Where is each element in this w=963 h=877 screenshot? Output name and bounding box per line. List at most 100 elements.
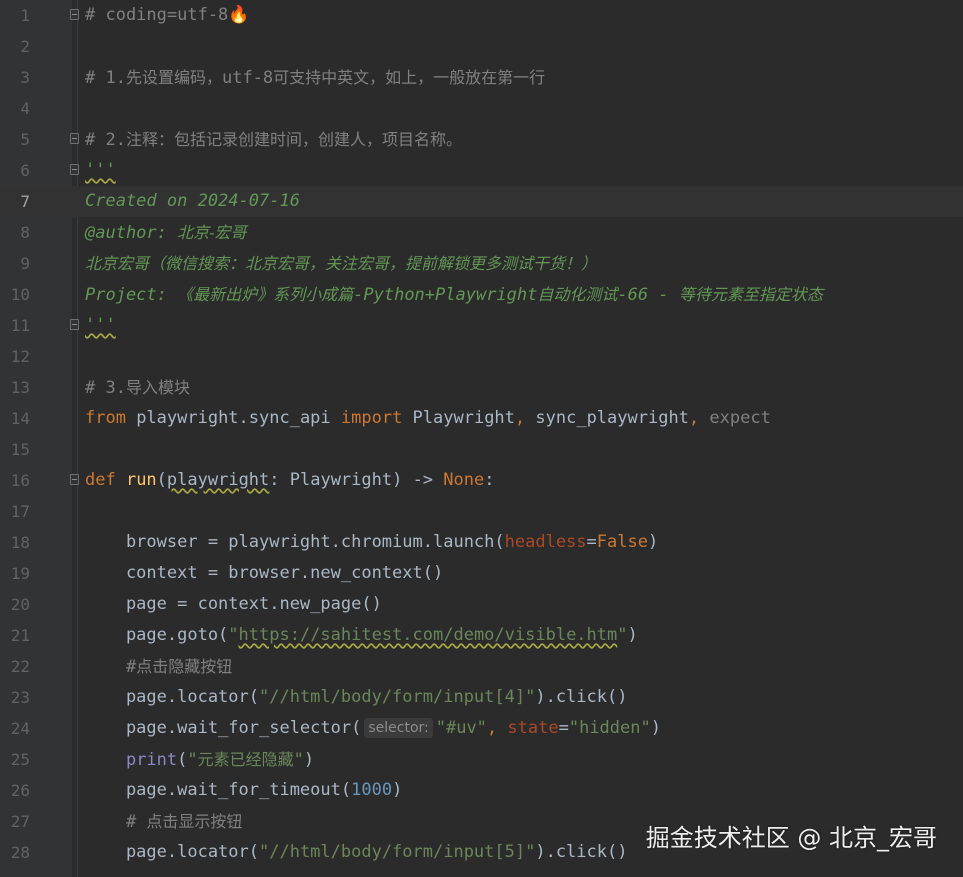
line-number: 27	[10, 812, 30, 831]
code-token: page.locator(	[85, 687, 259, 707]
code-token: :	[484, 470, 495, 490]
code-line[interactable]: 2	[0, 31, 963, 62]
fold-toggle-icon[interactable]	[70, 133, 79, 144]
code-token: ).click()	[535, 842, 628, 862]
line-number: 5	[20, 130, 30, 149]
code-line[interactable]: 16 def run(playwright: Playwright) -> Non…	[0, 465, 963, 496]
code-text: print("元素已经隐藏")	[85, 744, 314, 776]
line-number: 28	[10, 843, 30, 862]
code-token: page.wait_for_timeout(	[85, 780, 352, 800]
code-text: #点击隐藏按钮	[85, 651, 232, 683]
code-text: def run(playwright: Playwright) -> None:	[85, 465, 494, 496]
code-token: # 2.	[85, 130, 126, 150]
code-token: utf-8	[221, 68, 274, 88]
line-number: 21	[10, 626, 30, 645]
code-editor[interactable]: 1 # coding=utf-8🔥 2 3 # 1.先设置编码，utf-8可支持中英文，…	[0, 0, 963, 877]
code-token: playwright	[166, 470, 270, 490]
code-token: "hidden"	[568, 718, 651, 738]
code-text: # 2.注释：包括记录创建时间，创建人，项目名称。	[85, 124, 462, 156]
code-text: from playwright.sync_api import Playwrig…	[85, 403, 771, 434]
code-line[interactable]: 6 '''	[0, 155, 963, 186]
code-line[interactable]: 1 # coding=utf-8🔥	[0, 0, 963, 31]
fold-toggle-icon[interactable]	[70, 319, 79, 330]
code-token: @author:	[85, 223, 178, 243]
watermark: 掘金技术社区 @ 北京_宏哥	[645, 824, 937, 852]
code-line[interactable]: 8 @author: 北京-宏哥	[0, 217, 963, 248]
code-line[interactable]: 3 # 1.先设置编码，utf-8可支持中英文，如上，一般放在第一行	[0, 62, 963, 93]
code-line[interactable]: 10 Project: 《最新出炉》系列小成篇-Python+Playwright…	[0, 279, 963, 310]
code-line[interactable]: 12	[0, 341, 963, 372]
line-number: 8	[20, 223, 30, 242]
code-line[interactable]: 15	[0, 434, 963, 465]
parameter-hint: selector:	[364, 718, 433, 738]
code-token: expect	[709, 408, 771, 428]
code-line[interactable]: 24 page.wait_for_selector(selector: "#uv"…	[0, 713, 963, 744]
code-text: page.locator("//html/body/form/input[5]"…	[85, 837, 628, 868]
code-token: import	[340, 408, 413, 428]
code-token: 等待元素至指定状态	[678, 285, 823, 304]
code-token: ,	[514, 408, 536, 428]
line-number: 1	[20, 6, 30, 25]
code-token: ,	[688, 408, 710, 428]
code-token: 《最新出炉》系列小成篇	[177, 285, 354, 304]
code-token: -Python+Playwright	[353, 285, 538, 305]
code-token: 北京-宏哥	[177, 223, 247, 242]
code-token: =	[586, 532, 597, 552]
code-line[interactable]: 26 page.wait_for_timeout(1000)	[0, 775, 963, 806]
code-line[interactable]: 4	[0, 93, 963, 124]
code-line[interactable]: 5 # 2.注释：包括记录创建时间，创建人，项目名称。	[0, 124, 963, 155]
code-token: ).click()	[535, 687, 628, 707]
code-line[interactable]: 17	[0, 496, 963, 527]
fold-toggle-icon[interactable]	[70, 9, 79, 20]
line-number: 6	[20, 161, 30, 180]
code-line[interactable]: 20 page = context.new_page()	[0, 589, 963, 620]
code-text: '''	[85, 155, 116, 186]
line-number: 3	[20, 68, 30, 87]
code-token: 点击隐藏按钮	[136, 657, 233, 676]
code-token: Playwright	[412, 408, 515, 428]
code-token: 可支持中英文，如上，一般放在第一行	[273, 68, 546, 87]
code-token: 北京宏哥（微信搜索：北京宏哥，关注宏哥，提前解锁更多测试干货！）	[85, 254, 598, 273]
code-token: )	[303, 750, 315, 770]
code-line[interactable]: 11 '''	[0, 310, 963, 341]
code-token: from	[85, 408, 137, 428]
code-token: browser = playwright.chromium.launch(	[85, 532, 505, 552]
code-line[interactable]: 19 context = browser.new_context()	[0, 558, 963, 589]
code-line[interactable]: 21 page.goto("https://sahitest.com/demo/…	[0, 620, 963, 651]
code-token: https://sahitest.com/demo/visible.htm	[238, 625, 618, 645]
code-token: #	[85, 657, 137, 677]
code-text: Created on 2024-07-16	[85, 186, 300, 217]
code-line[interactable]: 13 # 3.导入模块	[0, 372, 963, 403]
code-line[interactable]: 14 from playwright.sync_api import Playwr…	[0, 403, 963, 434]
code-token: )	[647, 532, 659, 552]
fold-toggle-icon[interactable]	[70, 474, 79, 485]
code-line[interactable]: 18 browser = playwright.chromium.launch(…	[0, 527, 963, 558]
code-token: 🔥	[228, 5, 250, 25]
code-text: # 1.先设置编码，utf-8可支持中英文，如上，一般放在第一行	[85, 62, 545, 94]
code-token: playwright.sync_api	[136, 408, 341, 428]
code-text: page.goto("https://sahitest.com/demo/vis…	[85, 620, 638, 651]
code-text: page.locator("//html/body/form/input[4]"…	[85, 682, 628, 713]
code-text: '''	[85, 310, 116, 341]
code-token: 自动化测试	[537, 285, 618, 304]
code-text: # coding=utf-8🔥	[85, 0, 249, 31]
code-token: page = context.new_page()	[85, 594, 382, 614]
code-token: 元素已经隐藏	[197, 750, 294, 769]
code-token: )	[627, 625, 638, 645]
code-line[interactable]: 7 Created on 2024-07-16	[0, 186, 963, 217]
fold-toggle-icon[interactable]	[70, 164, 79, 175]
code-token: Project:	[85, 285, 178, 305]
line-number: 20	[10, 595, 30, 614]
code-token: page.wait_for_selector(	[85, 718, 362, 738]
code-line[interactable]: 22 #点击隐藏按钮	[0, 651, 963, 682]
code-line[interactable]: 23 page.locator("//html/body/form/input[…	[0, 682, 963, 713]
code-token: -66 -	[617, 285, 679, 305]
code-line[interactable]: 25 print("元素已经隐藏")	[0, 744, 963, 775]
code-token: '''	[85, 160, 116, 180]
line-number: 13	[10, 378, 30, 397]
line-number: 19	[10, 564, 30, 583]
code-token: headless	[504, 532, 587, 552]
code-line[interactable]: 9 北京宏哥（微信搜索：北京宏哥，关注宏哥，提前解锁更多测试干货！）	[0, 248, 963, 279]
line-number: 9	[20, 254, 30, 273]
